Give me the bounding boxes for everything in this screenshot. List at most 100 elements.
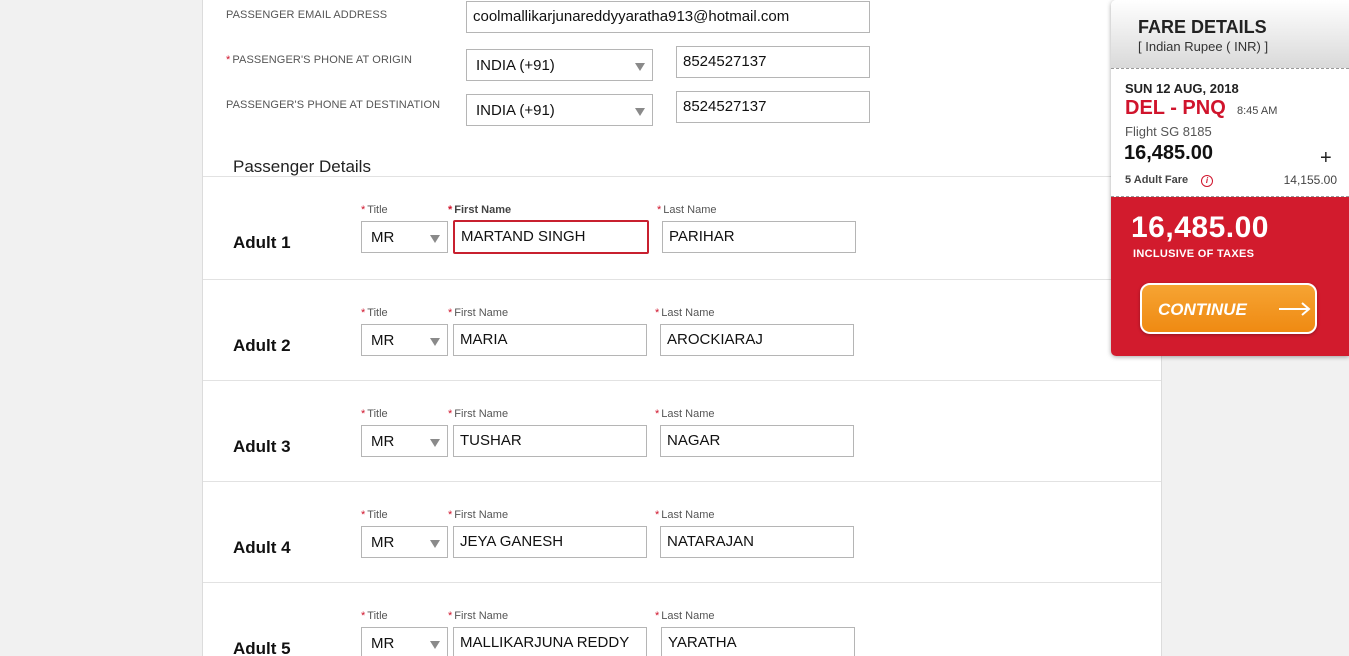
required-mark: *	[361, 307, 366, 319]
first-name-label: * First Name	[448, 408, 508, 420]
required-mark: *	[361, 204, 366, 216]
required-mark: *	[448, 204, 453, 216]
first-name-field[interactable]: MALLIKARJUNA REDDY	[453, 627, 647, 656]
last-name-field[interactable]: YARATHA	[661, 627, 855, 656]
fare-total-box: 16,485.00 INCLUSIVE OF TAXES CONTINUE	[1111, 197, 1349, 356]
chevron-down-icon	[430, 235, 440, 243]
booking-form: PASSENGER EMAIL ADDRESS coolmallikarjuna…	[202, 0, 1162, 656]
info-icon[interactable]: i	[1201, 175, 1213, 187]
flight-route: DEL - PNQ	[1125, 97, 1226, 119]
first-name-label-text: First Name	[454, 307, 509, 319]
first-name-label: * First Name	[448, 307, 508, 319]
title-select[interactable]: MR	[361, 324, 448, 356]
required-mark: *	[226, 54, 231, 66]
email-row: PASSENGER EMAIL ADDRESS coolmallikarjuna…	[203, 0, 1161, 40]
title-select[interactable]: MR	[361, 221, 448, 253]
fare-details-panel: FARE DETAILS [ Indian Rupee ( INR) ] SUN…	[1111, 0, 1349, 356]
last-name-field[interactable]: NAGAR	[660, 425, 854, 457]
required-mark: *	[448, 610, 453, 622]
last-name-field[interactable]: PARIHAR	[662, 221, 856, 253]
required-mark: *	[361, 610, 366, 622]
flight-date: SUN 12 AUG, 2018	[1125, 81, 1239, 96]
last-name-field[interactable]: AROCKIARAJ	[660, 324, 854, 356]
last-name-label: * Last Name	[657, 204, 716, 216]
title-select[interactable]: MR	[361, 425, 448, 457]
last-name-label-text: Last Name	[661, 610, 715, 622]
arrow-right-icon	[1279, 302, 1311, 316]
chevron-down-icon	[430, 540, 440, 548]
first-name-label-text: First Name	[454, 204, 512, 216]
passenger-label: Adult 2	[233, 336, 291, 355]
title-label-text: Title	[367, 204, 388, 216]
last-name-label: * Last Name	[655, 610, 714, 622]
required-mark: *	[448, 509, 453, 521]
last-name-label-text: Last Name	[661, 509, 715, 521]
phone-origin-number-field[interactable]: 8524527137	[676, 46, 870, 78]
phone-destination-country-value: INDIA (+91)	[476, 102, 555, 119]
required-mark: *	[655, 509, 660, 521]
chevron-down-icon	[430, 338, 440, 346]
phone-destination-row: PASSENGER'S PHONE AT DESTINATION INDIA (…	[203, 91, 1161, 131]
title-label: * Title	[361, 408, 388, 420]
title-select[interactable]: MR	[361, 627, 448, 656]
chevron-down-icon	[635, 108, 645, 116]
phone-origin-label-text: PASSENGER'S PHONE AT ORIGIN	[232, 54, 413, 66]
first-name-field[interactable]: JEYA GANESH	[453, 526, 647, 558]
first-name-label-text: First Name	[454, 509, 509, 521]
first-name-label: * First Name	[448, 610, 508, 622]
adult-fare-label: 5 Adult Fare	[1125, 174, 1189, 186]
last-name-label-text: Last Name	[661, 307, 715, 319]
last-name-field[interactable]: NATARAJAN	[660, 526, 854, 558]
title-label-text: Title	[367, 307, 388, 319]
last-name-label-text: Last Name	[663, 204, 717, 216]
title-value: MR	[371, 534, 395, 551]
first-name-label-text: First Name	[454, 408, 509, 420]
phone-destination-label: PASSENGER'S PHONE AT DESTINATION	[226, 99, 441, 111]
continue-label: CONTINUE	[1158, 300, 1247, 319]
phone-origin-country-value: INDIA (+91)	[476, 57, 555, 74]
title-value: MR	[371, 332, 395, 349]
first-name-field[interactable]: TUSHAR	[453, 425, 647, 457]
fare-currency: [ Indian Rupee ( INR) ]	[1138, 39, 1269, 54]
required-mark: *	[655, 408, 660, 420]
title-select[interactable]: MR	[361, 526, 448, 558]
plus-icon[interactable]: +	[1320, 148, 1332, 168]
email-field[interactable]: coolmallikarjunareddyyaratha913@hotmail.…	[466, 1, 870, 33]
required-mark: *	[361, 408, 366, 420]
first-name-field[interactable]: MARTAND SINGH	[453, 220, 649, 254]
first-name-field[interactable]: MARIA	[453, 324, 647, 356]
passenger-label: Adult 3	[233, 437, 291, 456]
first-name-label: * First Name	[448, 509, 508, 521]
title-label: * Title	[361, 509, 388, 521]
title-label: * Title	[361, 204, 388, 216]
continue-button[interactable]: CONTINUE	[1140, 283, 1317, 334]
phone-origin-country-select[interactable]: INDIA (+91)	[466, 49, 653, 81]
passenger-row: Adult 3 * Title * First Name * Last Name MR…	[203, 380, 1161, 482]
required-mark: *	[657, 204, 662, 216]
tax-note: INCLUSIVE OF TAXES	[1133, 248, 1255, 260]
required-mark: *	[361, 509, 366, 521]
title-label: * Title	[361, 610, 388, 622]
last-name-label: * Last Name	[655, 408, 714, 420]
phone-origin-label: * PASSENGER'S PHONE AT ORIGIN	[226, 54, 412, 66]
title-label-text: Title	[367, 610, 388, 622]
phone-origin-row: * PASSENGER'S PHONE AT ORIGIN INDIA (+91)…	[203, 46, 1161, 86]
passenger-row: Adult 4 * Title * First Name * Last Name MR…	[203, 481, 1161, 583]
flight-time: 8:45 AM	[1237, 105, 1278, 117]
title-label-text: Title	[367, 408, 388, 420]
title-label-text: Title	[367, 509, 388, 521]
flight-total: 16,485.00	[1124, 142, 1213, 164]
chevron-down-icon	[430, 439, 440, 447]
title-label: * Title	[361, 307, 388, 319]
phone-destination-number-field[interactable]: 8524527137	[676, 91, 870, 123]
first-name-label: * First Name	[448, 204, 511, 216]
passenger-label: Adult 5	[233, 639, 291, 656]
title-value: MR	[371, 229, 395, 246]
passenger-row: Adult 2 * Title * First Name * Last Name MR…	[203, 279, 1161, 381]
chevron-down-icon	[430, 641, 440, 649]
adult-fare-value: 14,155.00	[1283, 173, 1337, 187]
required-mark: *	[448, 307, 453, 319]
phone-destination-country-select[interactable]: INDIA (+91)	[466, 94, 653, 126]
flight-number: Flight SG 8185	[1125, 124, 1212, 139]
title-value: MR	[371, 635, 395, 652]
